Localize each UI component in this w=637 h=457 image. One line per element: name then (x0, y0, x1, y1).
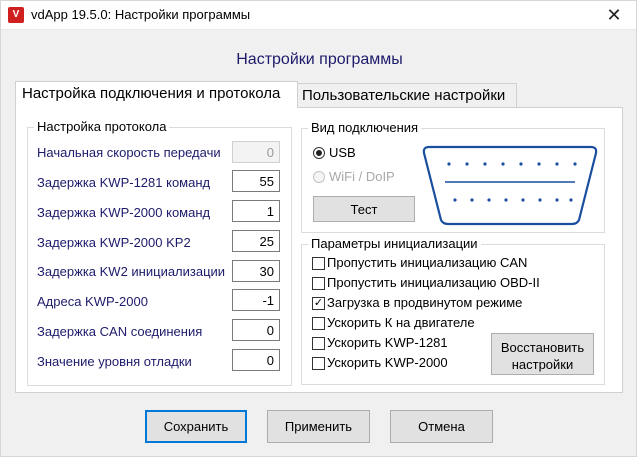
connection-group-title: Вид подключения (308, 120, 422, 135)
close-icon[interactable]: ✕ (592, 1, 636, 29)
label-debug-level: Значение уровня отладки (37, 354, 192, 369)
label-kwp1281-delay: Задержка KWP-1281 команд (37, 175, 211, 190)
page-title: Настройки программы (236, 51, 403, 68)
restore-button-line1: Восстановить (500, 339, 585, 355)
restore-settings-button[interactable]: Восстановить настройки (491, 333, 594, 375)
kwp2000-address-field[interactable] (232, 289, 280, 311)
skip-can-init-label: Пропустить инициализацию CAN (327, 255, 528, 270)
obd-connector-icon (422, 145, 598, 226)
can-delay-field[interactable] (232, 319, 280, 341)
usb-radio[interactable] (313, 147, 325, 159)
speed-up-kwp2000-label: Ускорить KWP-2000 (327, 355, 448, 370)
window-title: vdApp 19.5.0: Настройки программы (31, 7, 251, 22)
protocol-group-title: Настройка протокола (34, 119, 170, 134)
speed-up-kwp1281-label: Ускорить KWP-1281 (327, 335, 448, 350)
cancel-button[interactable]: Отмена (390, 410, 493, 443)
kwp1281-delay-field[interactable] (232, 170, 280, 192)
tab-user-settings[interactable]: Пользовательские настройки (297, 83, 517, 108)
protocol-group: Настройка протокола (27, 119, 292, 386)
skip-can-init-checkbox[interactable] (312, 257, 325, 270)
vdapp-logo-icon: V (8, 7, 24, 23)
restore-button-line2: настройки (511, 356, 574, 372)
wifi-doip-radio[interactable] (313, 171, 325, 183)
advanced-mode-label: Загрузка в продвинутом режиме (327, 295, 523, 310)
advanced-mode-checkbox[interactable]: ✓ (312, 297, 325, 310)
kw2-init-delay-field[interactable] (232, 260, 280, 282)
speed-up-kwp2000-checkbox[interactable] (312, 357, 325, 370)
save-button[interactable]: Сохранить (145, 410, 247, 443)
tab-connection-protocol[interactable]: Настройка подключения и протокола (15, 81, 298, 108)
label-initial-speed: Начальная скорость передачи (37, 145, 221, 160)
skip-obd2-init-checkbox[interactable] (312, 277, 325, 290)
initial-speed-field[interactable] (232, 141, 280, 163)
label-kw2-init-delay: Задержка KW2 инициализации (37, 264, 226, 279)
speed-up-kwp1281-checkbox[interactable] (312, 337, 325, 350)
test-button[interactable]: Тест (313, 196, 415, 222)
init-group-title: Параметры инициализации (308, 236, 481, 251)
skip-obd2-init-label: Пропустить инициализацию OBD-II (327, 275, 540, 290)
speed-up-k-engine-checkbox[interactable] (312, 317, 325, 330)
wifi-doip-radio-label: WiFi / DoIP (329, 169, 395, 184)
apply-button[interactable]: Применить (267, 410, 370, 443)
label-kwp2000-address: Адреса KWP-2000 (37, 294, 148, 309)
label-can-delay: Задержка CAN соединения (37, 324, 203, 339)
speed-up-k-engine-label: Ускорить К на двигателе (327, 315, 475, 330)
kwp2000-delay-field[interactable] (232, 200, 280, 222)
settings-window: V vdApp 19.5.0: Настройки программы ✕ На… (0, 0, 637, 457)
label-kwp2000-delay: Задержка KWP-2000 команд (37, 205, 211, 220)
kwp2000-kp2-field[interactable] (232, 230, 280, 252)
debug-level-field[interactable] (232, 349, 280, 371)
usb-radio-label: USB (329, 145, 356, 160)
label-kwp2000-kp2: Задержка KWP-2000 KP2 (37, 235, 191, 250)
title-bar: V vdApp 19.5.0: Настройки программы ✕ (1, 1, 636, 30)
